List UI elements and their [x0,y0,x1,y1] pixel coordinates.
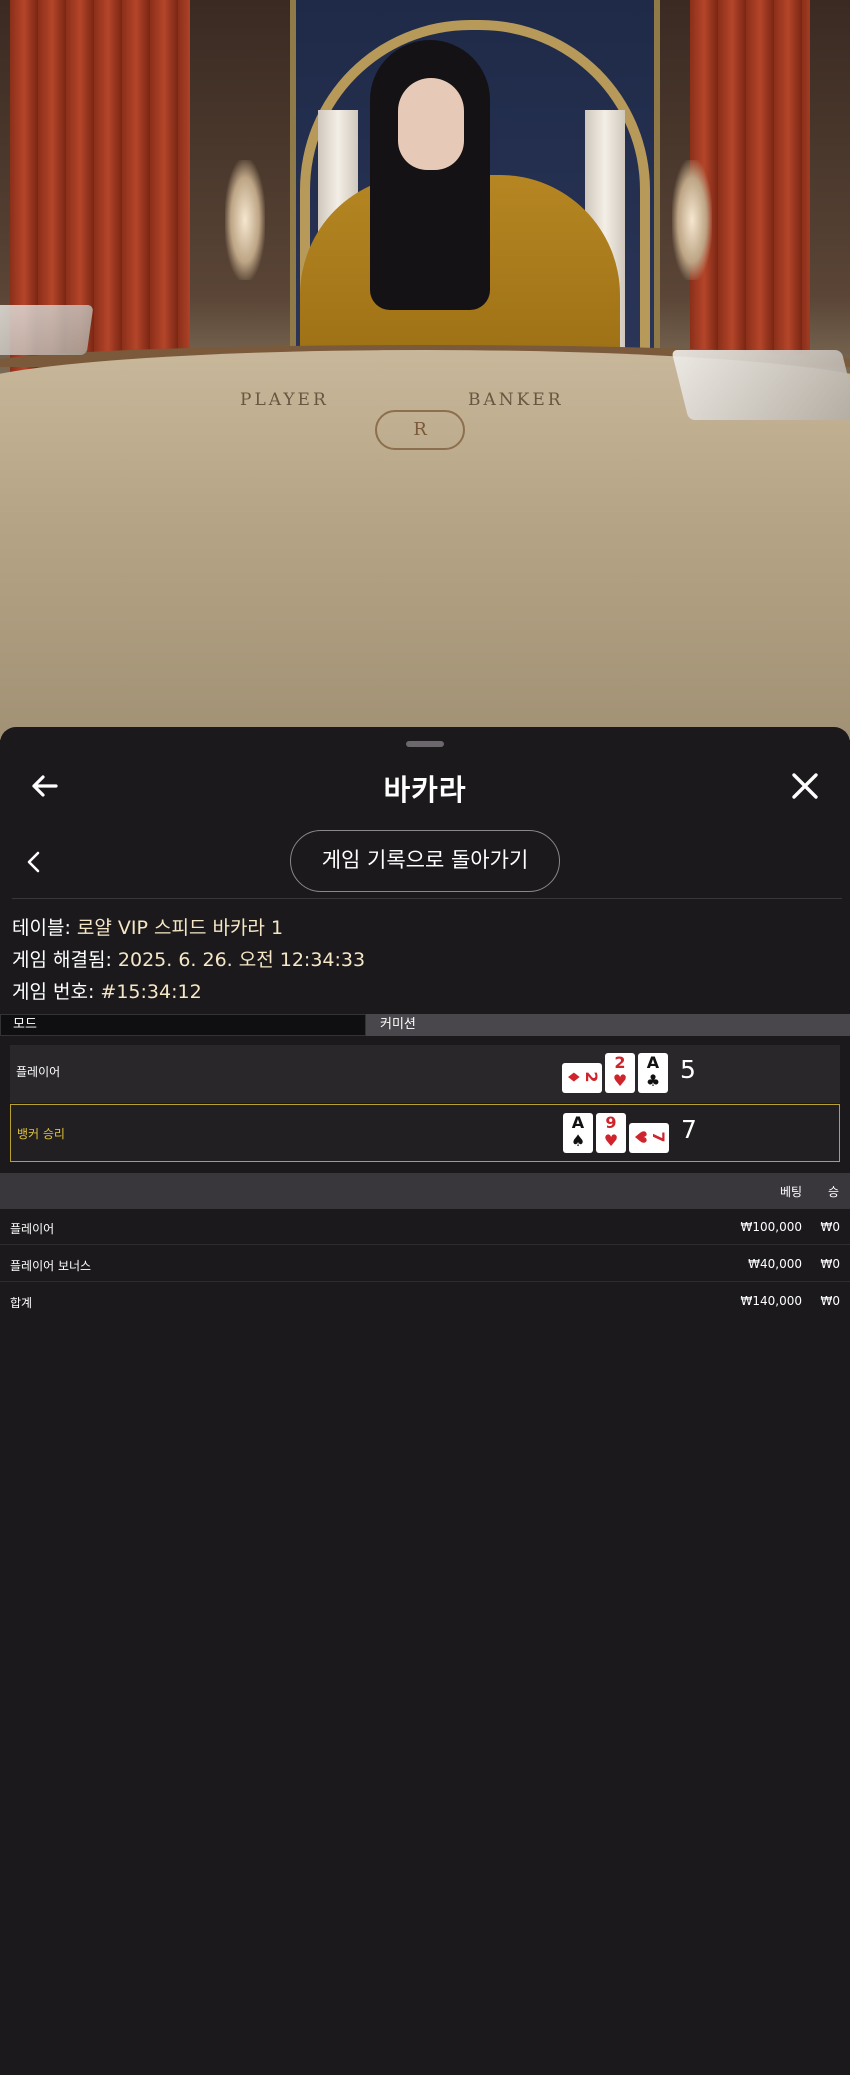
back-to-history-button[interactable]: 게임 기록으로 돌아가기 [290,830,560,892]
bet-name: 플레이어 [10,1222,55,1236]
card-rank: A [646,1053,660,1072]
table-info: 테이블: 로얄 VIP 스피드 바카라 1 [12,913,283,940]
banker-hand-row: 뱅커 승리 A ♠ 9 ♥ 7 ♥ 7 [10,1104,840,1162]
resolved-info: 게임 해결됨: 2025. 6. 26. 오전 12:34:33 [12,945,365,972]
card-suit: ♦ [564,1069,583,1085]
total-row: 합계 ₩140,000 ₩0 [0,1283,850,1319]
mode-value: 커미션 [380,1017,416,1032]
card-face: A ♠ [563,1114,593,1150]
felt-player-label: PLAYER [240,390,329,410]
game-number-label: 게임 번호: [12,981,101,1003]
mode-bar: 모드 커미션 [0,1014,850,1036]
card-suit: ♣ [645,1071,661,1090]
card-suit: ♠ [570,1131,586,1150]
card-suit: ♥ [631,1129,650,1145]
card-rank: 2 [582,1071,601,1083]
playing-card: 2 ♥ [605,1053,635,1093]
playing-card: A ♣ [638,1053,668,1093]
live-video-stream: PLAYER BANKER R [0,0,850,740]
resolved-value: 2025. 6. 26. 오전 12:34:33 [117,949,366,971]
card-suit: ♥ [612,1071,628,1090]
card-shoe-left [0,305,94,355]
dealer-face [398,78,464,170]
game-number-info: 게임 번호: #15:34:12 [12,977,202,1004]
player-hand-row: 플레이어 2 ♦ 2 ♥ A ♣ 5 [10,1045,840,1103]
card-rank: 9 [605,1113,617,1132]
total-win: ₩0 [820,1294,841,1308]
win-column-header: 승 [828,1185,840,1199]
wall-sconce-left [225,160,265,280]
card-face: A ♣ [638,1054,668,1090]
card-suit: ♥ [603,1131,619,1150]
card-face: 9 ♥ [596,1114,626,1150]
card-shoe-right [671,350,850,420]
card-rank: A [571,1113,585,1132]
win-amount: ₩0 [820,1257,841,1271]
felt-banker-label: BANKER [468,390,564,410]
playing-card: 7 ♥ [629,1123,669,1153]
mode-label: 모드 [0,1014,366,1036]
table-crest: R [375,410,465,450]
card-rank: 2 [614,1053,626,1072]
chevron-left-icon[interactable] [22,847,46,877]
table-row: 플레이어 보너스 ₩40,000 ₩0 [0,1246,850,1282]
banker-score: 7 [681,1115,697,1144]
divider [12,898,842,899]
playing-card: 9 ♥ [596,1113,626,1153]
total-label: 합계 [10,1296,33,1310]
card-face: 2 ♦ [564,1062,601,1092]
table-value: 로얄 VIP 스피드 바카라 1 [76,917,284,939]
wall-sconce-right [672,160,712,280]
bets-table-header: 베팅 승 [0,1173,850,1209]
game-number-value: #15:34:12 [100,981,202,1003]
win-amount: ₩0 [820,1220,841,1234]
close-icon[interactable] [788,769,822,803]
bet-amount: ₩40,000 [748,1257,802,1271]
game-detail-sheet: 바카라 게임 기록으로 돌아가기 테이블: 로얄 VIP 스피드 바카라 1 게… [0,727,850,2075]
table-row: 플레이어 ₩100,000 ₩0 [0,1209,850,1245]
bet-amount: ₩100,000 [740,1220,803,1234]
total-bet: ₩140,000 [740,1294,803,1308]
player-score: 5 [680,1055,696,1084]
resolved-label: 게임 해결됨: [12,949,118,971]
card-rank: 7 [649,1131,668,1143]
sheet-grabber[interactable] [406,741,444,747]
bet-name: 플레이어 보너스 [10,1259,92,1273]
bet-column-header: 베팅 [780,1185,803,1199]
player-hand-label: 플레이어 [16,1065,61,1079]
sheet-title: 바카라 [383,773,467,807]
card-face: 7 ♥ [631,1122,668,1152]
playing-card: A ♠ [563,1113,593,1153]
playing-card: 2 ♦ [562,1063,602,1093]
table-label: 테이블: [12,917,77,939]
banker-hand-label: 뱅커 승리 [17,1127,65,1141]
card-face: 2 ♥ [605,1054,635,1090]
